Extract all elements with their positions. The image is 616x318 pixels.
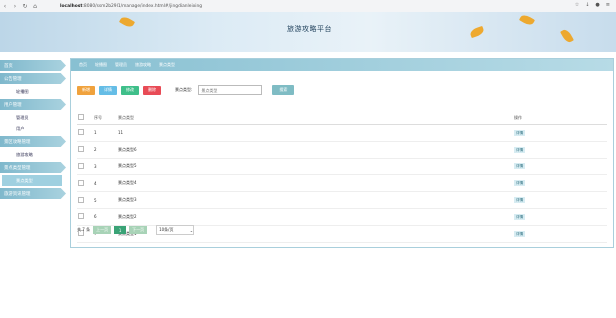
row-type: 景点类型6 — [117, 141, 513, 159]
sidebar-item-label: 公告管理 — [4, 76, 22, 82]
toolbar: 新增 详情 修改 删除 景点类型: 搜索 — [77, 85, 295, 95]
row-type: 11 — [117, 124, 513, 142]
url-path: :8080/ssm2b29l1/manage/index.html#/jingd… — [82, 3, 203, 9]
breadcrumb-item[interactable]: 轮播图 — [95, 62, 107, 68]
row-checkbox[interactable] — [77, 208, 93, 226]
url-host: localhost — [60, 3, 83, 9]
next-page-button[interactable]: 下一页 — [129, 226, 148, 234]
row-detail-button[interactable]: 详情 — [514, 129, 526, 136]
row-checkbox[interactable] — [77, 124, 93, 142]
row-type: 景点类型2 — [117, 208, 513, 226]
bookmark-icon[interactable]: ☆ — [575, 2, 579, 8]
sidebar-item-label: 景点类型管理 — [4, 165, 31, 171]
row-type: 景点类型5 — [117, 158, 513, 176]
sidebar-item-types[interactable]: 景点类型管理 — [0, 162, 66, 173]
table-row: 6 景点类型2 详情 — [77, 208, 607, 226]
leaf-icon — [118, 15, 136, 29]
address-bar[interactable]: localhost :8080/ssm2b29l1/manage/index.h… — [60, 2, 202, 10]
sidebar-item-notice[interactable]: 公告管理 — [0, 73, 66, 84]
row-detail-button[interactable]: 详情 — [514, 230, 526, 237]
select-all-checkbox[interactable] — [77, 111, 93, 125]
sidebar-subitem-admin[interactable]: 管理员 — [0, 112, 66, 123]
sidebar-subitem-guide[interactable]: 旅游攻略 — [0, 149, 66, 160]
table-row: 1 11 详情 — [77, 124, 607, 142]
reload-icon[interactable]: ↻ — [20, 1, 30, 11]
sidebar-item-home[interactable]: 首页 — [0, 60, 66, 71]
row-detail-button[interactable]: 详情 — [514, 197, 526, 204]
sidebar-item-news[interactable]: 旅游资讯管理 — [0, 188, 66, 199]
account-icon[interactable]: ● — [595, 2, 599, 8]
leaf-icon — [518, 13, 536, 27]
column-header-action: 操作 — [513, 111, 607, 125]
search-button[interactable]: 搜索 — [272, 85, 295, 95]
row-type: 景点类型4 — [117, 174, 513, 193]
row-no: 6 — [93, 208, 117, 226]
pagination: 共 7 条 上一页 1 下一页 10条/页 ⌄ — [77, 225, 195, 235]
row-detail-button[interactable]: 详情 — [514, 180, 526, 187]
breadcrumb-item[interactable]: 旅游攻略 — [135, 62, 151, 68]
row-detail-button[interactable]: 详情 — [514, 146, 526, 153]
page-1-button[interactable]: 1 — [114, 226, 127, 234]
sidebar: 首页 公告管理 轮播图 用户管理 管理员 用户 景区攻略管理 旅游攻略 景点类型… — [0, 58, 66, 201]
back-icon[interactable]: ‹ — [0, 1, 10, 11]
row-detail-button[interactable]: 详情 — [514, 163, 526, 170]
download-icon[interactable]: ↓ — [585, 2, 589, 8]
sidebar-item-users[interactable]: 用户管理 — [0, 99, 66, 110]
column-header-no: 序号 — [93, 111, 117, 125]
row-checkbox[interactable] — [77, 174, 93, 193]
table-row: 3 景点类型5 详情 — [77, 158, 607, 176]
breadcrumb-item[interactable]: 首页 — [79, 62, 87, 68]
row-no: 3 — [93, 158, 117, 176]
prev-page-button[interactable]: 上一页 — [93, 226, 112, 234]
row-checkbox[interactable] — [77, 141, 93, 159]
row-type: 景点类型3 — [117, 191, 513, 209]
edit-button[interactable]: 修改 — [121, 85, 139, 95]
breadcrumb-item[interactable]: 景点类型 — [159, 62, 175, 68]
sidebar-item-guides[interactable]: 景区攻略管理 — [0, 136, 66, 147]
row-no: 5 — [93, 191, 117, 209]
content-panel: 首页 轮播图 管理员 旅游攻略 景点类型 新增 详情 修改 删除 景点类型: 搜… — [70, 58, 614, 248]
row-checkbox[interactable] — [77, 191, 93, 209]
home-icon[interactable]: ⌂ — [30, 1, 40, 11]
breadcrumb-item[interactable]: 管理员 — [115, 62, 127, 68]
row-no: 4 — [93, 174, 117, 193]
page-size-value: 10条/页 — [159, 227, 174, 232]
header-banner: 旅游攻略平台 — [0, 12, 616, 52]
sidebar-item-label: 景区攻略管理 — [4, 139, 31, 145]
search-input[interactable] — [198, 85, 263, 95]
leaf-icon — [560, 27, 574, 45]
total-count: 共 7 条 — [77, 227, 91, 232]
search-label: 景点类型: — [175, 87, 193, 92]
sidebar-item-label: 首页 — [4, 63, 13, 69]
sidebar-subitem-carousel[interactable]: 轮播图 — [0, 86, 66, 97]
delete-button[interactable]: 删除 — [143, 85, 161, 95]
add-button[interactable]: 新增 — [77, 85, 95, 95]
menu-icon[interactable]: ≡ — [606, 2, 610, 8]
sidebar-subitem-type[interactable]: 景点类型 — [2, 175, 62, 186]
forward-icon[interactable]: › — [10, 1, 20, 11]
sidebar-subitem-user[interactable]: 用户 — [0, 123, 66, 134]
row-detail-button[interactable]: 详情 — [514, 213, 526, 220]
row-checkbox[interactable] — [77, 158, 93, 176]
table-row: 5 景点类型3 详情 — [77, 191, 607, 209]
row-no: 2 — [93, 141, 117, 159]
detail-button[interactable]: 详情 — [99, 85, 117, 95]
sidebar-item-label: 旅游资讯管理 — [4, 191, 31, 197]
row-no: 1 — [93, 124, 117, 142]
breadcrumb: 首页 轮播图 管理员 旅游攻略 景点类型 — [71, 59, 613, 71]
page-size-select[interactable]: 10条/页 ⌄ — [156, 225, 195, 235]
data-table: 序号 景点类型 操作 1 11 详情 2 景点类型6 详情 3 景点类型5 详情 4 景点类型… — [77, 111, 607, 243]
sidebar-item-label: 用户管理 — [4, 102, 22, 108]
table-row: 2 景点类型6 详情 — [77, 141, 607, 159]
column-header-type: 景点类型 — [117, 111, 513, 125]
leaf-icon — [469, 25, 485, 39]
chevron-down-icon: ⌄ — [189, 227, 194, 233]
table-row: 4 景点类型4 详情 — [77, 174, 607, 193]
page-title: 旅游攻略平台 — [287, 25, 332, 33]
